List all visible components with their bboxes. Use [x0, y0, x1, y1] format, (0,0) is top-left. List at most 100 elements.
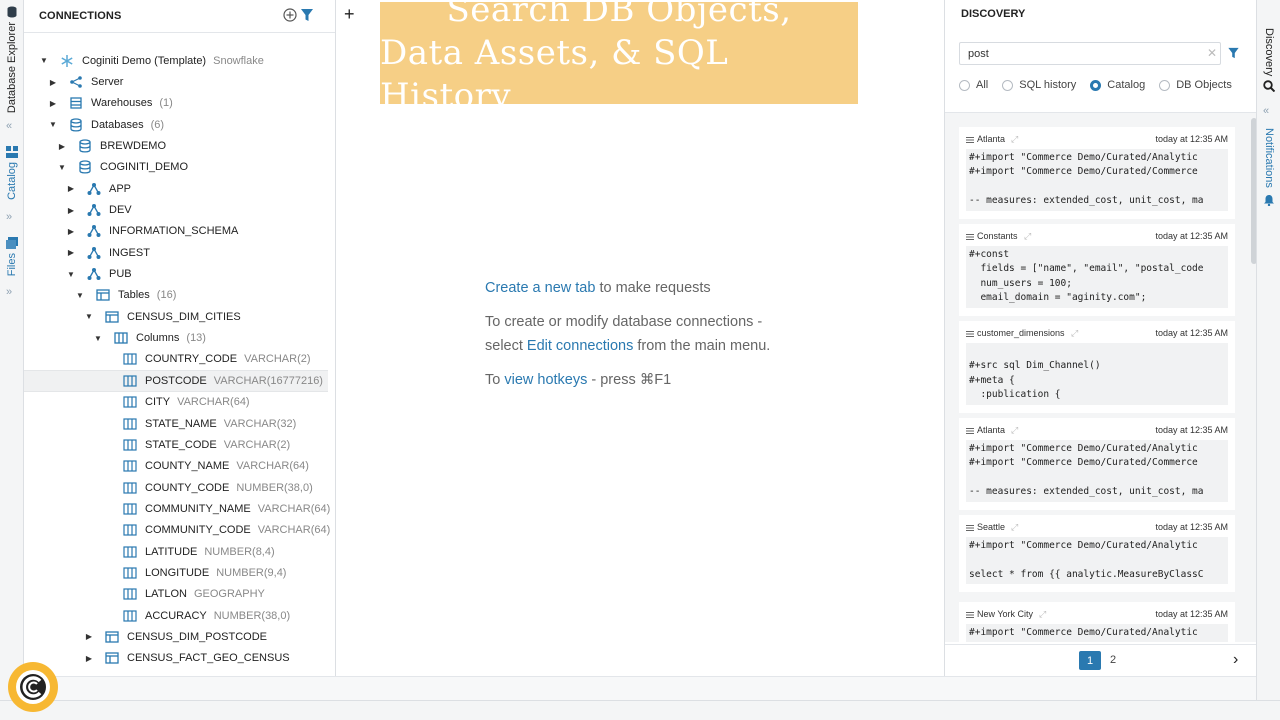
result-card[interactable]: Seattle ⤢ today at 12:35 AM #+import "Comme… — [959, 515, 1235, 593]
tree-row[interactable]: COUNTRY_CODE VARCHAR(2) — [24, 349, 328, 370]
page-2-button[interactable]: 2 — [1110, 654, 1116, 666]
caret-right-icon[interactable]: ▶ — [58, 142, 66, 151]
add-connection-icon[interactable] — [283, 8, 297, 22]
tree-row[interactable]: ▼ CENSUS_DIM_CITIES — [24, 306, 328, 327]
tree-node-name: LATLON — [145, 588, 187, 601]
result-name: Constants — [977, 231, 1018, 241]
caret-right-icon[interactable]: ▶ — [85, 654, 93, 663]
filter-radio[interactable]: DB Objects — [1159, 79, 1232, 91]
tree-row[interactable]: LATLON GEOGRAPHY — [24, 584, 328, 605]
new-tab-button[interactable]: + — [344, 4, 355, 25]
tree-row-label: COMMUNITY_NAME VARCHAR(64) — [145, 503, 330, 515]
collapse-catalog-icon[interactable]: » — [6, 211, 12, 223]
discovery-filter-icon[interactable] — [1228, 47, 1239, 59]
search-icon[interactable] — [1263, 80, 1275, 92]
caret-down-icon[interactable]: ▼ — [85, 312, 93, 321]
collapse-right-icon[interactable]: « — [1263, 105, 1269, 117]
column-icon — [123, 438, 137, 452]
filter-icon[interactable] — [301, 8, 313, 22]
tree-row[interactable]: ▶ Warehouses (1) — [24, 93, 328, 114]
result-card[interactable]: Constants ⤢ today at 12:35 AM #+const field… — [959, 224, 1235, 316]
tree-row[interactable]: LONGITUDE NUMBER(9,4) — [24, 562, 328, 583]
clear-search-icon[interactable]: ✕ — [1207, 46, 1217, 60]
caret-right-icon[interactable]: ▶ — [67, 227, 75, 236]
coginiti-logo[interactable] — [8, 662, 58, 712]
collapse-files-icon[interactable]: » — [6, 286, 12, 298]
next-page-icon[interactable]: › — [1233, 651, 1238, 669]
tree-row[interactable]: COUNTY_NAME VARCHAR(64) — [24, 456, 328, 477]
tree-row[interactable]: COMMUNITY_NAME VARCHAR(64) — [24, 498, 330, 519]
tree-node-meta: VARCHAR(64) — [236, 460, 309, 473]
expand-icon[interactable]: ⤢ — [1011, 134, 1018, 145]
tree-row[interactable]: STATE_CODE VARCHAR(2) — [24, 434, 328, 455]
tree-row[interactable]: LATITUDE NUMBER(8,4) — [24, 541, 328, 562]
expand-icon[interactable]: ⤢ — [1011, 522, 1018, 533]
tree-node-name: POSTCODE — [145, 374, 207, 387]
create-new-tab-link[interactable]: Create a new tab — [485, 280, 595, 296]
caret-right-icon[interactable]: ▶ — [67, 248, 75, 257]
caret-right-icon[interactable]: ▶ — [49, 99, 57, 108]
result-card[interactable]: Atlanta ⤢ today at 12:35 AM #+import "Comme… — [959, 127, 1235, 219]
filter-radio[interactable]: SQL history — [1002, 79, 1076, 91]
result-timestamp: today at 12:35 AM — [1155, 522, 1228, 532]
caret-down-icon[interactable]: ▼ — [67, 270, 75, 279]
tree-row[interactable]: COUNTY_CODE NUMBER(38,0) — [24, 477, 328, 498]
coginiti-logo-icon — [16, 670, 50, 704]
tree-node-name: COMMUNITY_CODE — [145, 524, 251, 537]
bottom-strip — [24, 676, 1256, 700]
tree-row[interactable]: POSTCODE VARCHAR(16777216) — [24, 370, 328, 392]
tree-row[interactable]: ▶ Server — [24, 71, 328, 92]
caret-down-icon[interactable]: ▼ — [94, 334, 102, 343]
tree-row[interactable]: ▼ COGINITI_DEMO — [24, 157, 328, 178]
rail-tab-database-explorer[interactable]: Database Explorer — [0, 6, 24, 113]
filter-radio[interactable]: All — [959, 79, 988, 91]
filter-radio-label: SQL history — [1019, 79, 1077, 91]
caret-right-icon[interactable]: ▶ — [67, 184, 75, 193]
caret-down-icon[interactable]: ▼ — [49, 120, 57, 129]
promo-banner: Search DB Objects, Data Assets, & SQL Hi… — [380, 0, 858, 116]
view-hotkeys-link[interactable]: view hotkeys — [504, 372, 587, 388]
tree-row[interactable]: ▶ CENSUS_DIM_POSTCODE — [24, 626, 328, 647]
caret-right-icon[interactable]: ▶ — [67, 206, 75, 215]
column-icon — [123, 481, 137, 495]
caret-right-icon[interactable]: ▶ — [49, 78, 57, 87]
result-card[interactable]: customer_dimensions ⤢ today at 12:35 AM #+… — [959, 321, 1235, 413]
tree-row[interactable]: ▶ APP — [24, 178, 328, 199]
tree-row[interactable]: ▶ INGEST — [24, 242, 328, 263]
rail-label-notifications[interactable]: Notifications — [1263, 128, 1275, 188]
collapse-left-icon[interactable]: « — [6, 120, 12, 132]
expand-icon[interactable]: ⤢ — [1011, 425, 1018, 436]
tree-row[interactable]: ▶ INFORMATION_SCHEMA — [24, 221, 328, 242]
caret-right-icon[interactable]: ▶ — [85, 632, 93, 641]
caret-down-icon[interactable]: ▼ — [58, 163, 66, 172]
result-card[interactable]: New York City ⤢ today at 12:35 AM #+import … — [959, 602, 1235, 642]
rail-tab-catalog[interactable]: Catalog — [0, 146, 24, 200]
tree-row[interactable]: CITY VARCHAR(64) — [24, 392, 328, 413]
tree-row[interactable]: ▼ Tables (16) — [24, 285, 328, 306]
edit-connections-link[interactable]: Edit connections — [527, 338, 633, 354]
expand-icon[interactable]: ⤢ — [1071, 328, 1078, 339]
tree-row[interactable]: ▶ DEV — [24, 199, 328, 220]
tree-row[interactable]: ▼ Coginiti Demo (Template) Snowflake — [24, 50, 328, 71]
tree-row[interactable]: ACCURACY NUMBER(38,0) — [24, 605, 328, 626]
bell-icon[interactable] — [1263, 194, 1275, 206]
tree-row[interactable]: ▼ Columns (13) — [24, 327, 328, 348]
tree-row[interactable]: STATE_NAME VARCHAR(32) — [24, 413, 328, 434]
page-1-button[interactable]: 1 — [1079, 651, 1101, 670]
tree-node-name: DEV — [109, 204, 132, 217]
filter-radio[interactable]: Catalog — [1090, 79, 1145, 91]
tree-row[interactable]: COMMUNITY_CODE VARCHAR(64) — [24, 520, 330, 541]
caret-down-icon[interactable]: ▼ — [76, 291, 84, 300]
tree-row[interactable]: ▶ BREWDEMO — [24, 135, 328, 156]
caret-down-icon[interactable]: ▼ — [40, 56, 48, 65]
rail-label-discovery[interactable]: Discovery — [1263, 28, 1275, 76]
expand-icon[interactable]: ⤢ — [1039, 609, 1046, 620]
column-icon — [123, 459, 137, 473]
rail-tab-files[interactable]: Files — [0, 237, 24, 276]
tree-row[interactable]: ▼ Databases (6) — [24, 114, 328, 135]
tree-row[interactable]: ▼ PUB — [24, 263, 328, 284]
tree-row[interactable]: ▶ CENSUS_FACT_GEO_CENSUS — [24, 648, 328, 669]
result-card[interactable]: Atlanta ⤢ today at 12:35 AM #+import "Comme… — [959, 418, 1235, 510]
discovery-search-input[interactable] — [959, 42, 1221, 65]
expand-icon[interactable]: ⤢ — [1024, 231, 1031, 242]
